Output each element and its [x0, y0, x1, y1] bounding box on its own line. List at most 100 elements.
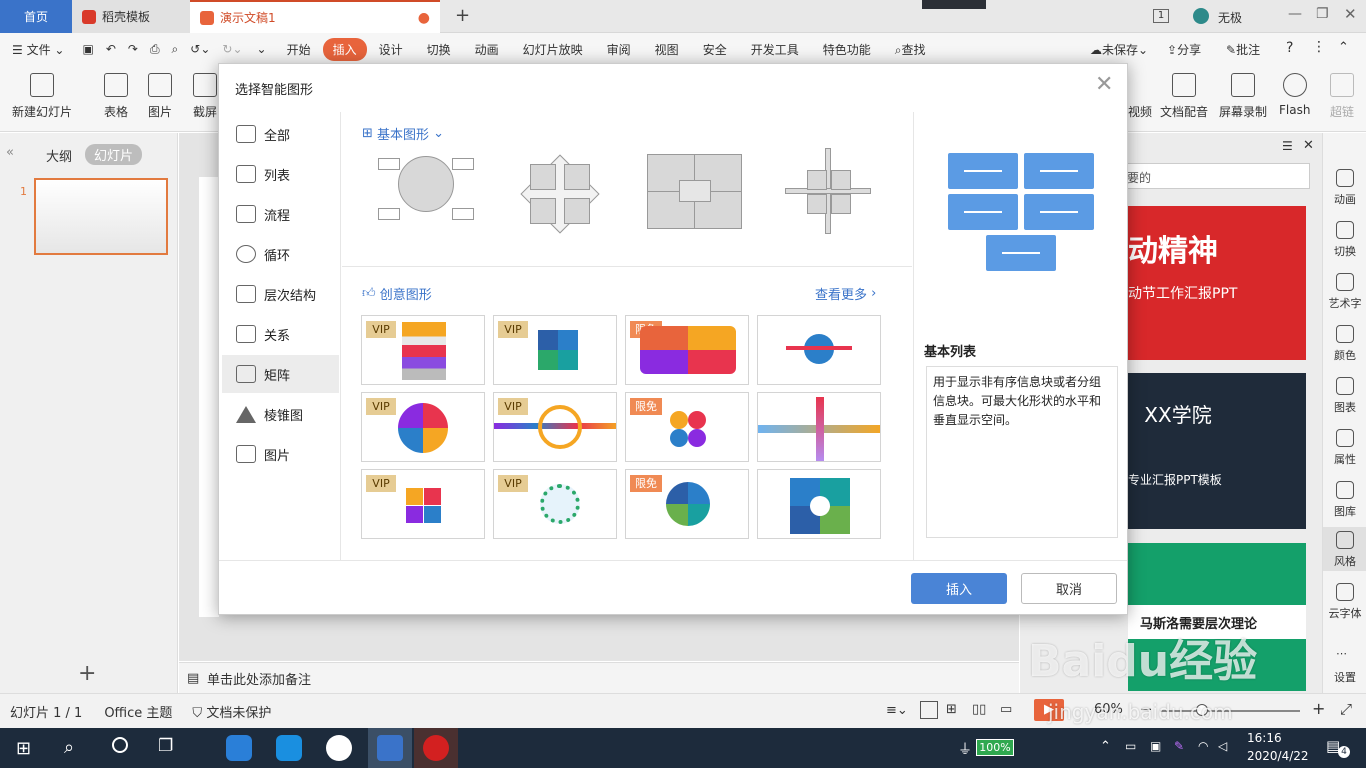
- collapse-panel-icon[interactable]: «: [6, 145, 14, 160]
- windows-start-icon[interactable]: ⊞: [16, 738, 31, 759]
- sidebar-chart[interactable]: 图表: [1323, 377, 1366, 415]
- menu-devtools[interactable]: 开发工具: [739, 41, 811, 58]
- notes-view-icon[interactable]: ▭: [1000, 702, 1012, 717]
- basic-shape-cycle-matrix[interactable]: [378, 154, 474, 228]
- align-icon[interactable]: ≡⌄: [886, 703, 908, 718]
- basic-shape-diamond-matrix[interactable]: [520, 154, 600, 234]
- normal-view-icon[interactable]: [920, 701, 938, 719]
- wifi-icon[interactable]: ◠: [1198, 739, 1208, 753]
- creative-shape-6[interactable]: VIP: [493, 392, 617, 462]
- creative-shape-1[interactable]: VIP: [361, 315, 485, 385]
- redo-icon[interactable]: ↷: [122, 42, 144, 56]
- category-cycle[interactable]: 循环: [222, 235, 339, 273]
- category-list-item[interactable]: 列表: [222, 155, 339, 193]
- undo-icon[interactable]: ↶: [100, 42, 122, 56]
- new-slide-button[interactable]: 新建幻灯片: [12, 73, 72, 120]
- sidebar-animation[interactable]: 动画: [1323, 169, 1366, 207]
- template-card-labor[interactable]: 动精神 动节工作汇报PPT: [1128, 206, 1306, 360]
- cortana-icon[interactable]: [112, 737, 128, 753]
- outline-tab[interactable]: 大纲: [46, 146, 72, 165]
- app-icon-2[interactable]: [276, 735, 302, 761]
- creative-shape-10[interactable]: VIP: [493, 469, 617, 539]
- sidebar-properties[interactable]: 属性: [1323, 429, 1366, 467]
- hyperlink-button[interactable]: 超链: [1330, 73, 1354, 120]
- menu-features[interactable]: 特色功能: [811, 41, 883, 58]
- window-count-icon[interactable]: 1: [1153, 9, 1169, 23]
- avatar[interactable]: [1193, 8, 1209, 24]
- category-relationship[interactable]: 关系: [222, 315, 339, 353]
- panel-close-icon[interactable]: ✕: [1303, 138, 1314, 153]
- screen-record-button[interactable]: 屏幕录制: [1219, 73, 1267, 120]
- tray-icon-2[interactable]: ▣: [1150, 739, 1161, 753]
- app-icon-1[interactable]: [226, 735, 252, 761]
- creative-shape-8[interactable]: [757, 392, 881, 462]
- menu-search[interactable]: ⌕查找: [883, 41, 938, 58]
- see-more-link[interactable]: 查看更多 ›: [815, 284, 876, 303]
- help-icon[interactable]: ?: [1286, 40, 1293, 56]
- tray-expand-icon[interactable]: ⌃: [1100, 739, 1111, 754]
- basic-shape-arrow-matrix[interactable]: [785, 148, 871, 234]
- dialog-close-button[interactable]: ✕: [1095, 74, 1113, 96]
- comment-button[interactable]: ✎批注: [1226, 41, 1260, 58]
- table-button[interactable]: 表格: [104, 73, 128, 120]
- slide-thumbnail[interactable]: [34, 178, 168, 255]
- fit-window-icon[interactable]: ⤢: [1340, 700, 1352, 718]
- clock-date[interactable]: 2020/4/22: [1247, 749, 1309, 763]
- menu-transition[interactable]: 切换: [415, 41, 463, 58]
- sidebar-settings[interactable]: ⋯ 设置: [1323, 647, 1366, 685]
- creative-shape-12[interactable]: [757, 469, 881, 539]
- menu-slideshow[interactable]: 幻灯片放映: [511, 41, 595, 58]
- video-button[interactable]: 视频: [1128, 73, 1152, 120]
- tray-icon-1[interactable]: ▭: [1125, 739, 1136, 753]
- menu-design[interactable]: 设计: [367, 41, 415, 58]
- category-process[interactable]: 流程: [222, 195, 339, 233]
- tab-docer[interactable]: 稻壳模板: [72, 0, 190, 33]
- creative-shape-9[interactable]: VIP: [361, 469, 485, 539]
- sidebar-transition[interactable]: 切换: [1323, 221, 1366, 259]
- menu-review[interactable]: 审阅: [595, 41, 643, 58]
- more-icon[interactable]: ⋮: [1312, 39, 1326, 55]
- category-pyramid[interactable]: 棱锥图: [222, 395, 339, 433]
- sidebar-style[interactable]: 风格: [1323, 527, 1366, 571]
- add-slide-button[interactable]: +: [78, 661, 96, 686]
- preview-icon[interactable]: ⌕: [166, 42, 185, 57]
- menu-view[interactable]: 视图: [643, 41, 691, 58]
- volume-icon[interactable]: ◁: [1218, 739, 1227, 753]
- category-hierarchy[interactable]: 层次结构: [222, 275, 339, 313]
- user-name[interactable]: 无极: [1218, 9, 1242, 26]
- close-window-button[interactable]: ✕: [1344, 5, 1357, 23]
- creative-shape-11[interactable]: 限免: [625, 469, 749, 539]
- print-icon[interactable]: ⎙: [144, 42, 166, 57]
- search-icon[interactable]: ⌕: [64, 737, 74, 758]
- picture-button[interactable]: 图片: [148, 73, 172, 120]
- template-search-input[interactable]: 要的: [1120, 163, 1310, 189]
- screenshot-button[interactable]: 截屏: [193, 73, 217, 120]
- sorter-view-icon[interactable]: ⊞: [946, 702, 957, 717]
- restore-button[interactable]: ❐: [1316, 6, 1329, 22]
- unsaved-status[interactable]: ☁未保存⌄: [1090, 41, 1148, 58]
- flash-button[interactable]: Flash: [1279, 73, 1310, 117]
- panel-menu-icon[interactable]: ☰: [1282, 139, 1293, 153]
- tray-icon-3[interactable]: ✎: [1174, 739, 1184, 753]
- slides-tab[interactable]: 幻灯片: [85, 144, 143, 165]
- sidebar-gallery[interactable]: 图库: [1323, 481, 1366, 519]
- menu-insert[interactable]: 插入: [322, 37, 367, 61]
- new-tab-button[interactable]: +: [455, 5, 470, 26]
- category-picture[interactable]: 图片: [222, 435, 339, 473]
- protect-status[interactable]: ⛉ 文档未保护: [192, 702, 271, 721]
- basic-shapes-header[interactable]: ⊞ 基本图形 ⌄: [362, 124, 444, 143]
- sidebar-cloud-font[interactable]: 云字体: [1323, 583, 1366, 621]
- browser-icon[interactable]: [326, 735, 352, 761]
- task-view-icon[interactable]: ❐: [158, 736, 173, 756]
- sidebar-wordart[interactable]: 艺术字: [1323, 273, 1366, 311]
- creative-shape-5[interactable]: VIP: [361, 392, 485, 462]
- customize-dropdown-icon[interactable]: ⌄: [249, 42, 275, 56]
- tab-home[interactable]: 首页: [0, 0, 72, 33]
- menu-start[interactable]: 开始: [275, 41, 323, 58]
- basic-shape-grid-matrix[interactable]: [647, 154, 743, 230]
- undo-dropdown-icon[interactable]: ↺⌄: [184, 42, 216, 56]
- wps-taskbar-item[interactable]: [368, 728, 412, 768]
- template-card-college[interactable]: XX学院 专业汇报PPT模板: [1128, 373, 1306, 529]
- menu-security[interactable]: 安全: [691, 41, 739, 58]
- minimize-button[interactable]: —: [1288, 6, 1302, 22]
